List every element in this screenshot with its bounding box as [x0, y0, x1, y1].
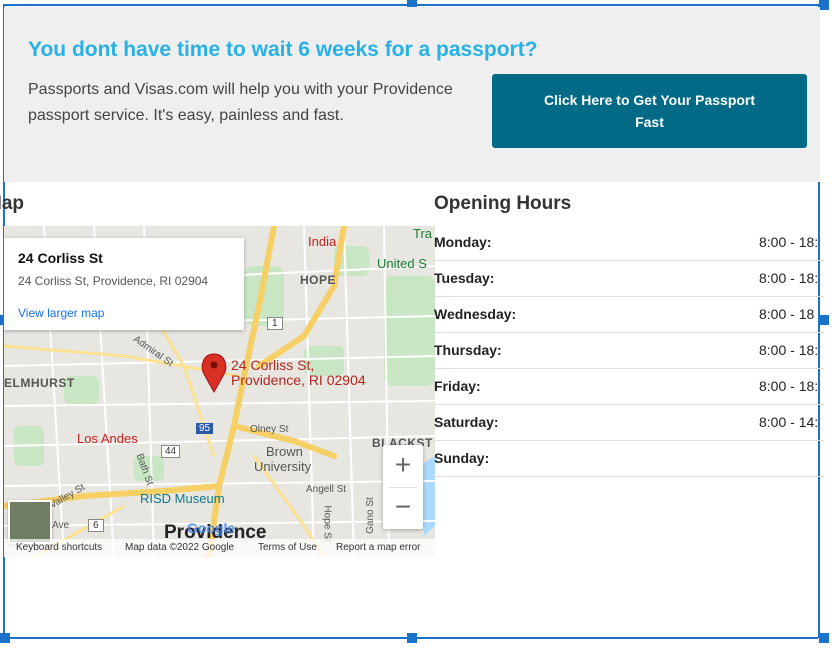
hours-row-friday: Friday: 8:00 - 18:	[434, 369, 824, 405]
hours-heading: Opening Hours	[434, 193, 572, 214]
keyboard-shortcuts-link[interactable]: Keyboard shortcuts	[16, 542, 102, 553]
map-street-hope: Hope St	[321, 505, 333, 542]
pin-label-line2: Providence, RI 02904	[231, 372, 366, 388]
map-street-olney: Olney St	[250, 424, 289, 435]
day-label: Sunday:	[434, 450, 490, 466]
pin-address-label: 24 Corliss St, Providence, RI 02904	[231, 358, 366, 388]
hours-row-tuesday: Tuesday: 8:00 - 18:	[434, 261, 824, 297]
opening-hours-table: Monday: 8:00 - 18: Tuesday: 8:00 - 18: W…	[434, 225, 824, 477]
route-1-shield: 1	[267, 317, 283, 330]
get-passport-button[interactable]: Click Here to Get Your Passport Fast	[492, 74, 807, 148]
hours-row-saturday: Saturday: 8:00 - 14:	[434, 405, 824, 441]
google-logo: Google	[187, 520, 236, 536]
day-label: Monday:	[434, 234, 492, 250]
time-value: 8:00 - 18:	[759, 378, 819, 394]
zoom-in-button[interactable]: +	[383, 445, 423, 487]
time-value: 8:00 - 18:	[759, 270, 819, 286]
report-map-error-link[interactable]: Report a map error	[336, 542, 420, 553]
zoom-control: + −	[383, 445, 423, 529]
map-street-ave: Ave	[52, 520, 70, 531]
map-poi-india: India	[308, 234, 337, 249]
map-label-hope: HOPE	[300, 273, 337, 287]
time-value: 8:00 - 14:	[759, 414, 819, 430]
map-label-elmhurst: ELMHURST	[4, 376, 75, 390]
interstate-95-shield: 95	[196, 423, 214, 434]
map-poi-united: United S	[377, 256, 427, 271]
place-address: 24 Corliss St, Providence, RI 02904	[18, 274, 209, 288]
day-label: Thursday:	[434, 342, 502, 358]
time-value: 8:00 - 18	[759, 306, 815, 322]
banner-text: Passports and Visas.com will help you wi…	[28, 81, 453, 124]
resize-handle-top-right[interactable]	[819, 0, 829, 10]
day-label: Tuesday:	[434, 270, 495, 286]
hours-row-wednesday: Wednesday: 8:00 - 18	[434, 297, 824, 333]
place-title: 24 Corliss St	[18, 250, 103, 266]
time-value: 8:00 - 18:	[759, 342, 819, 358]
route-6-shield: 6	[88, 519, 104, 532]
view-larger-map-link[interactable]: View larger map	[18, 306, 104, 320]
terms-of-use-link[interactable]: Terms of Use	[258, 542, 317, 553]
us-44-shield: 44	[161, 445, 181, 458]
embedded-map[interactable]: HOPE ELMHURST BLACKST India Tra United S…	[4, 226, 435, 557]
resize-handle-bottom-right[interactable]	[819, 633, 829, 643]
map-attribution-bar: Keyboard shortcuts Map data ©2022 Google…	[4, 539, 435, 557]
resize-handle-bottom-left[interactable]	[0, 633, 10, 643]
zoom-out-button[interactable]: −	[383, 487, 423, 529]
promo-banner: You dont have time to wait 6 weeks for a…	[4, 7, 820, 182]
map-poi-risd: RISD Museum	[140, 491, 225, 506]
map-street-gano: Gano St	[364, 497, 376, 534]
hours-row-monday: Monday: 8:00 - 18:	[434, 225, 824, 261]
map-poi-brown-line1: Brown	[266, 444, 303, 459]
map-poi-los-andes: Los Andes	[77, 431, 138, 446]
pin-label-line1: 24 Corliss St,	[231, 357, 315, 373]
resize-handle-bottom[interactable]	[407, 633, 417, 643]
hours-row-thursday: Thursday: 8:00 - 18:	[434, 333, 824, 369]
map-heading: Map	[0, 193, 24, 214]
map-poi-trader: Tra	[413, 226, 433, 241]
day-label: Saturday:	[434, 414, 499, 430]
map-data-text: Map data ©2022 Google	[125, 542, 235, 553]
time-value: 8:00 - 18:	[759, 234, 819, 250]
map-info-card: 24 Corliss St 24 Corliss St, Providence,…	[4, 238, 244, 330]
hours-row-sunday: Sunday:	[434, 441, 824, 477]
day-label: Friday:	[434, 378, 481, 394]
banner-title: You dont have time to wait 6 weeks for a…	[28, 38, 538, 61]
map-poi-brown-line2: University	[254, 459, 312, 474]
satellite-toggle[interactable]	[8, 500, 52, 544]
day-label: Wednesday:	[434, 306, 517, 322]
map-street-angell: Angell St	[306, 484, 347, 495]
